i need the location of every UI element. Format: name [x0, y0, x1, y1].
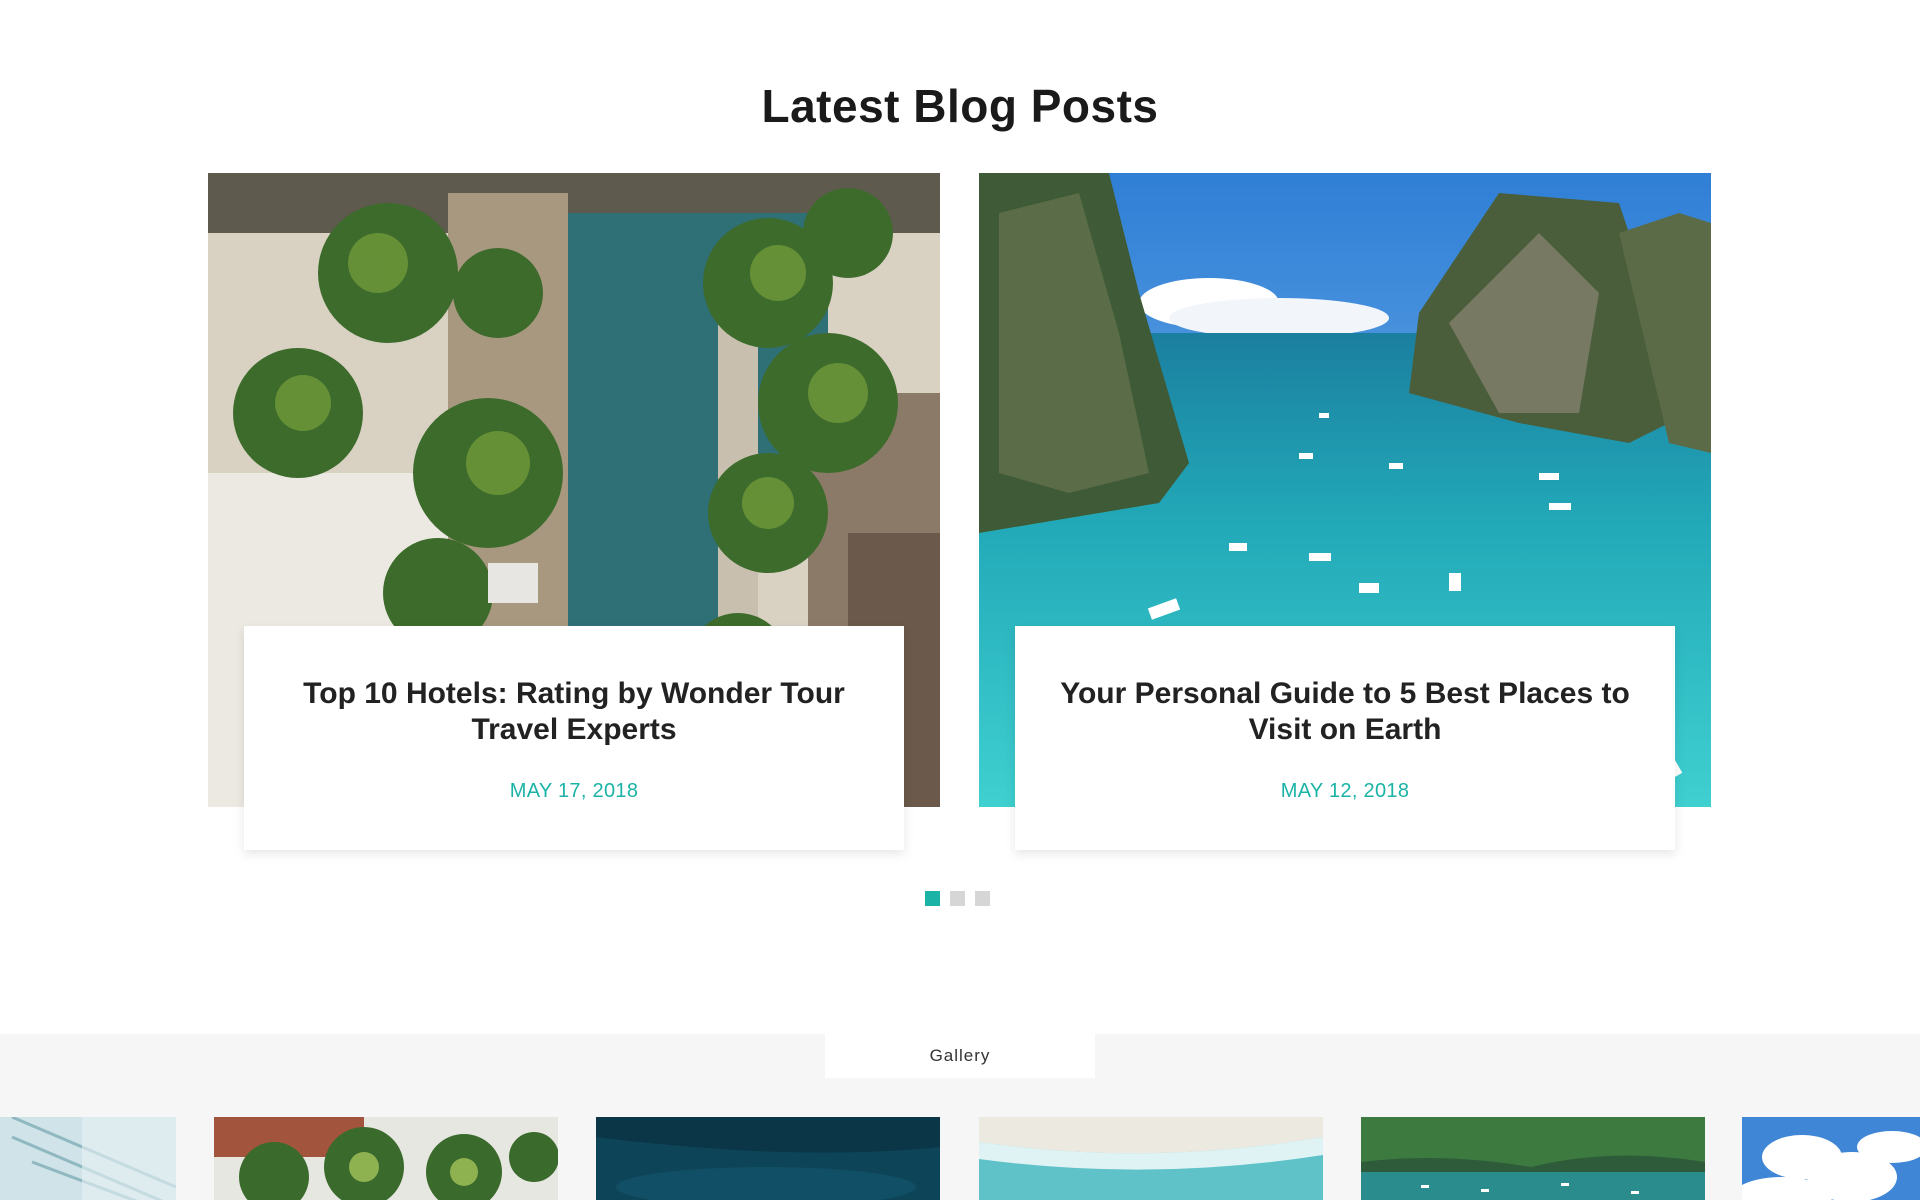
post-title[interactable]: Your Personal Guide to 5 Best Places to …: [1055, 676, 1635, 748]
blog-post-card[interactable]: Your Personal Guide to 5 Best Places to …: [979, 173, 1711, 850]
pagination-dot-2[interactable]: [950, 891, 965, 906]
gallery-section: Gallery: [0, 1034, 1920, 1200]
post-info-box[interactable]: Top 10 Hotels: Rating by Wonder Tour Tra…: [244, 626, 904, 850]
carousel-pagination: [925, 891, 990, 907]
gallery-thumb-deep-sea[interactable]: [596, 1117, 940, 1200]
post-date: MAY 12, 2018: [1280, 780, 1410, 802]
gallery-thumb-sky-clouds[interactable]: [1742, 1117, 1920, 1200]
post-date: MAY 17, 2018: [509, 780, 639, 802]
post-info-box[interactable]: Your Personal Guide to 5 Best Places to …: [1015, 626, 1675, 850]
pagination-dot-3[interactable]: [975, 891, 990, 906]
blog-post-card[interactable]: Top 10 Hotels: Rating by Wonder Tour Tra…: [208, 173, 940, 850]
pagination-dot-1[interactable]: [925, 891, 940, 906]
gallery-thumb-island[interactable]: [1361, 1117, 1705, 1200]
post-title[interactable]: Top 10 Hotels: Rating by Wonder Tour Tra…: [284, 676, 864, 748]
blog-section: Latest Blog Posts Top 10 Hotels: Rating …: [0, 0, 1920, 1034]
gallery-thumb-building[interactable]: [0, 1117, 176, 1200]
section-title: Latest Blog Posts: [761, 80, 1159, 132]
gallery-thumb-resort[interactable]: [214, 1117, 558, 1200]
gallery-thumb-beach-waves[interactable]: [979, 1117, 1323, 1200]
gallery-tab[interactable]: Gallery: [825, 1034, 1095, 1078]
